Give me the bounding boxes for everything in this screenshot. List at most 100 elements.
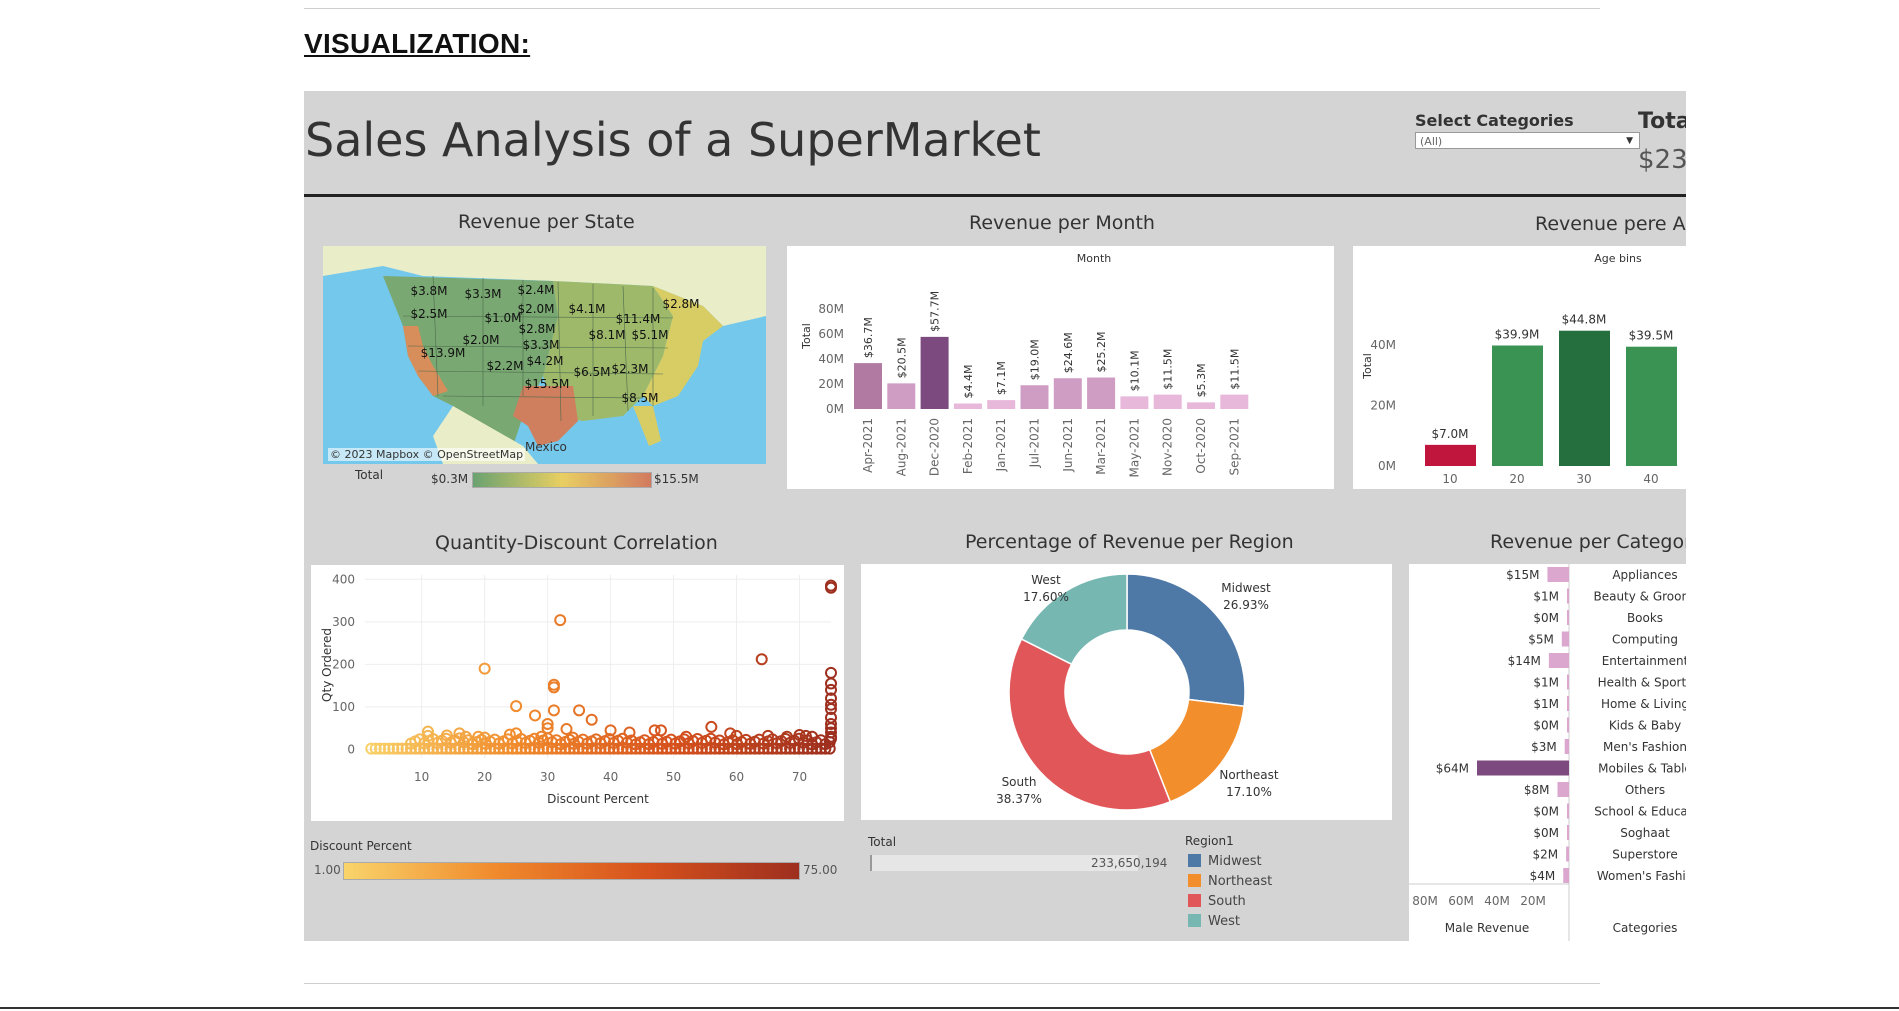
age-bar-label: $44.8M <box>1562 313 1607 327</box>
month-y-tick: 60M <box>818 327 844 341</box>
category-bar-label: $14M <box>1508 654 1541 668</box>
category-bar <box>1567 588 1569 604</box>
category-bar-label: $0M <box>1533 826 1559 840</box>
scatter-color-ramp <box>343 862 800 880</box>
map-state-label: $2.3M <box>611 362 649 376</box>
month-bar-label: $19.0M <box>1029 339 1042 380</box>
legend-label: Northeast <box>1208 874 1273 889</box>
age-x-tick: 20 <box>1509 472 1524 486</box>
map-legend-title: Total <box>355 468 384 482</box>
category-chart-panel: $15M Appliances $1M Beauty & Groomi $0M Books… <box>1409 564 1686 941</box>
month-bar <box>854 363 882 409</box>
category-bar <box>1567 696 1569 711</box>
map-state-label: $5.1M <box>631 328 669 342</box>
category-bar-label: $1M <box>1533 676 1559 690</box>
month-bar-label: $11.5M <box>1162 349 1175 390</box>
total-kpi-label: Total <box>1638 109 1686 134</box>
scatter-title: Quantity-Discount Correlation <box>435 532 718 554</box>
category-name: Entertainment <box>1602 654 1686 668</box>
scatter-panel: 400 300 200 100 0 10 20 30 40 50 60 70 Discount Perc… <box>311 565 844 821</box>
map-legend-max: $15.5M <box>654 472 699 486</box>
age-bar <box>1425 444 1476 466</box>
month-bar-label: $57.7M <box>929 291 942 332</box>
category-name: Computing <box>1612 633 1678 647</box>
category-bar-label: $1M <box>1533 697 1559 711</box>
month-bar <box>1020 385 1049 409</box>
month-bar <box>1053 378 1082 409</box>
page-bottom-border <box>0 1007 1899 1009</box>
bottom-rule <box>304 983 1600 984</box>
scatter-y-tick: 0 <box>347 742 355 756</box>
category-bar <box>1563 868 1569 883</box>
month-x-tick: Oct-2020 <box>1194 418 1208 474</box>
legend-swatch <box>1188 914 1201 927</box>
month-y-tick: 80M <box>818 302 844 316</box>
donut-slice-name: West <box>1031 573 1061 587</box>
month-bar <box>1153 394 1182 409</box>
donut-slice-percent: 17.60% <box>1023 590 1069 604</box>
map-state-label: $11.4M <box>615 312 661 326</box>
month-axis-header: Month <box>1077 252 1112 265</box>
select-categories-dropdown[interactable]: (All) ▼ <box>1415 132 1640 149</box>
donut-legend-item[interactable]: Northeast <box>1188 874 1272 889</box>
map-state-label: $13.9M <box>420 346 466 360</box>
month-x-tick: Nov-2020 <box>1161 418 1175 476</box>
category-column-header: Categories <box>1613 921 1678 935</box>
map-state-label: $2.2M <box>486 359 524 373</box>
total-kpi-value: $233 <box>1638 145 1686 175</box>
map-title: Revenue per State <box>458 211 635 233</box>
month-x-tick: Mar-2021 <box>1094 418 1108 475</box>
donut-legend-item[interactable]: Midwest <box>1188 854 1262 869</box>
month-x-tick: Aug-2021 <box>894 418 908 476</box>
map-state-label: $2.8M <box>662 297 700 311</box>
month-x-tick: Dec-2020 <box>928 418 942 476</box>
map-state-label: $3.3M <box>464 287 502 301</box>
select-categories-value: (All) <box>1420 135 1443 148</box>
age-axis-header: Age bins <box>1594 252 1642 265</box>
category-bar <box>1548 653 1569 668</box>
month-x-tick: Jun-2021 <box>1061 418 1075 473</box>
age-y-label: Total <box>1361 353 1374 380</box>
category-x-tick: 20M <box>1520 894 1546 908</box>
category-bar-label: $2M <box>1533 848 1559 862</box>
category-bar-label: $5M <box>1528 633 1554 647</box>
scatter-y-tick: 400 <box>332 572 355 586</box>
month-bar-label: $20.5M <box>895 337 908 378</box>
category-bar-label: $15M <box>1506 568 1539 582</box>
month-bar-label: $7.1M <box>995 361 1008 395</box>
age-y-tick: 40M <box>1370 338 1396 352</box>
donut-chart-svg: Midwest 26.93% Northeast 17.10% South 38.37% W… <box>996 573 1279 811</box>
month-y-tick: 0M <box>826 402 844 416</box>
category-name: Beauty & Groomi <box>1593 590 1686 604</box>
category-x-tick: 80M <box>1412 894 1438 908</box>
scatter-point <box>529 709 542 722</box>
age-chart-title: Revenue pere Ag <box>1535 213 1686 235</box>
donut-slice-percent: 17.10% <box>1226 785 1272 799</box>
map-state-label: $4.2M <box>526 354 564 368</box>
age-y-tick: 0M <box>1378 459 1396 473</box>
map-state-label: $2.0M <box>462 333 500 347</box>
donut-legend-item[interactable]: South <box>1188 894 1246 909</box>
land-florida <box>633 406 661 446</box>
month-x-tick: Jul-2021 <box>1028 418 1042 468</box>
scatter-x-tick: 30 <box>540 770 555 784</box>
category-bar-label: $3M <box>1531 740 1557 754</box>
category-chart-svg: $15M Appliances $1M Beauty & Groomi $0M Books… <box>1409 564 1686 941</box>
month-chart-svg: Month Total 80M 60M 40M 20M 0M $36.7M Apr-2021 $2… <box>800 252 1249 477</box>
category-bar <box>1566 846 1569 862</box>
age-bar <box>1492 345 1543 466</box>
scatter-x-tick: 40 <box>603 770 618 784</box>
category-name: Home & Living <box>1601 697 1686 711</box>
category-bar <box>1567 803 1569 819</box>
donut-total-value: 233,650,194 <box>1091 856 1168 870</box>
legend-label: Midwest <box>1208 854 1262 869</box>
category-name: Mobiles & Table <box>1598 762 1686 776</box>
category-bar-label: $64M <box>1436 762 1469 776</box>
tableau-dashboard: Sales Analysis of a SuperMarket Select C… <box>304 91 1686 941</box>
revenue-state-map[interactable]: $3.8M $3.3M $2.4M $2.5M $2.0M $1.0M $4.1M $2.8M… <box>323 246 766 464</box>
dashboard-title: Sales Analysis of a SuperMarket <box>305 113 1041 167</box>
donut-panel: Midwest 26.93% Northeast 17.10% South 38.37% W… <box>861 564 1392 820</box>
month-bar-label: $11.5M <box>1228 349 1241 390</box>
age-bar <box>1626 346 1677 466</box>
donut-legend-item[interactable]: West <box>1188 914 1240 929</box>
